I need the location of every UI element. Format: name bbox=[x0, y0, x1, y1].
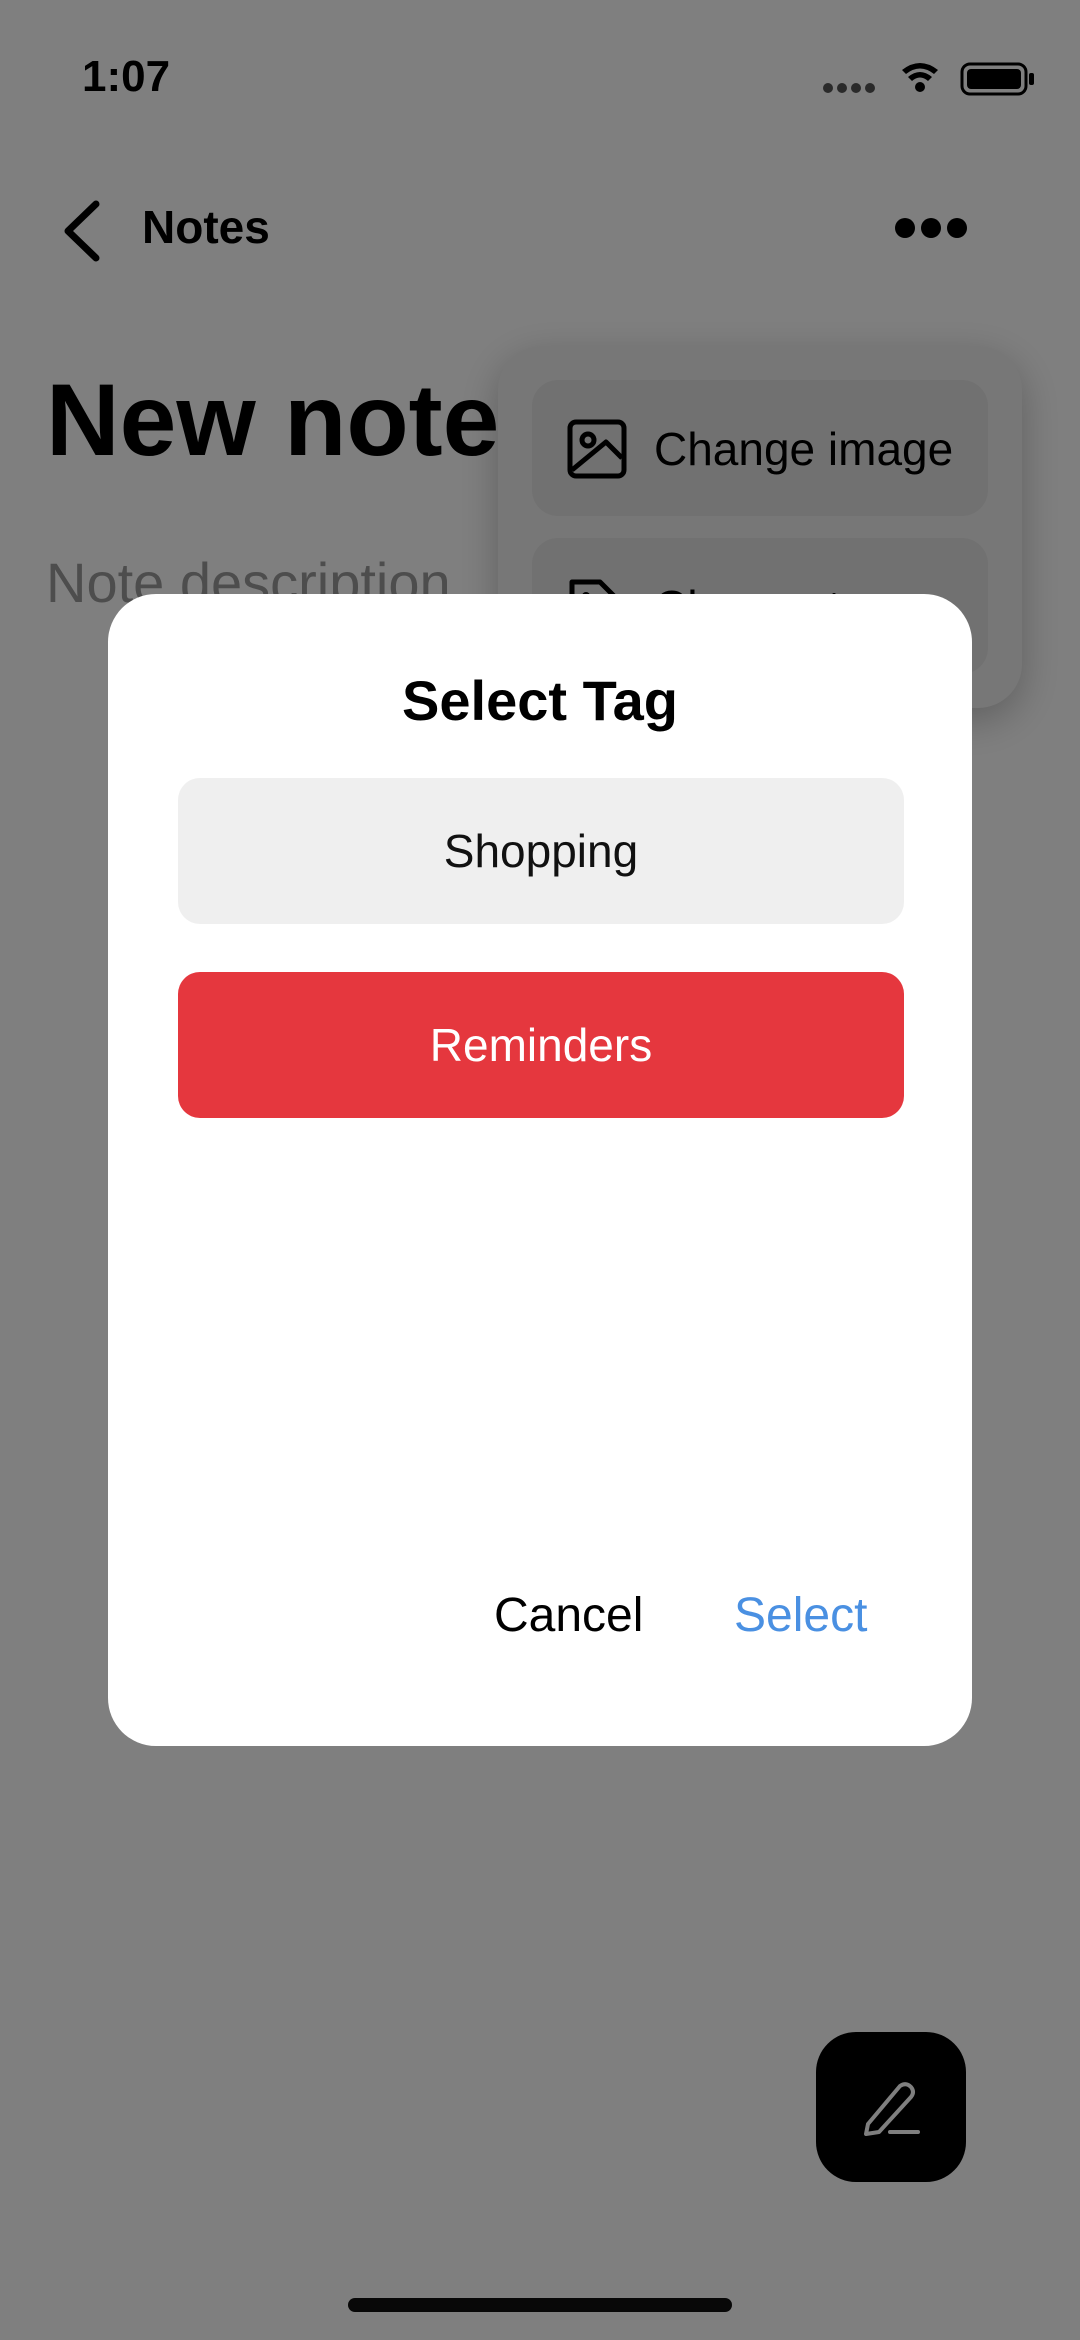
select-button[interactable]: Select bbox=[734, 1588, 867, 1643]
tag-option-reminders[interactable]: Reminders bbox=[178, 972, 904, 1118]
tag-option-shopping[interactable]: Shopping bbox=[178, 778, 904, 924]
dialog-title: Select Tag bbox=[402, 669, 678, 732]
cancel-button[interactable]: Cancel bbox=[494, 1588, 643, 1643]
select-tag-dialog bbox=[108, 594, 972, 1746]
